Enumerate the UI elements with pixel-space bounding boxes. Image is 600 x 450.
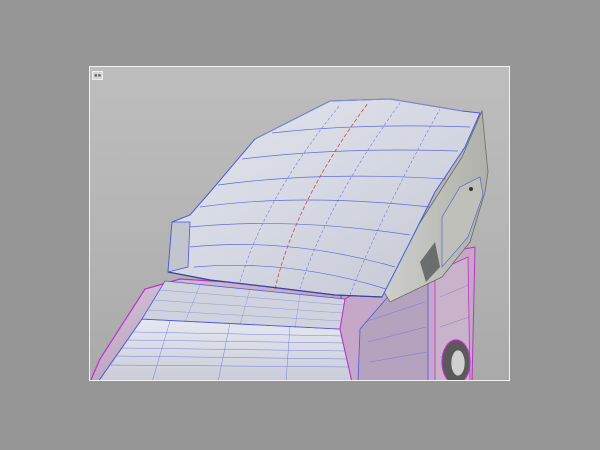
windshield xyxy=(98,318,353,380)
rear-wheel xyxy=(441,339,471,380)
3d-viewport[interactable]: ▪▪ xyxy=(89,66,510,381)
model-render xyxy=(90,98,489,380)
